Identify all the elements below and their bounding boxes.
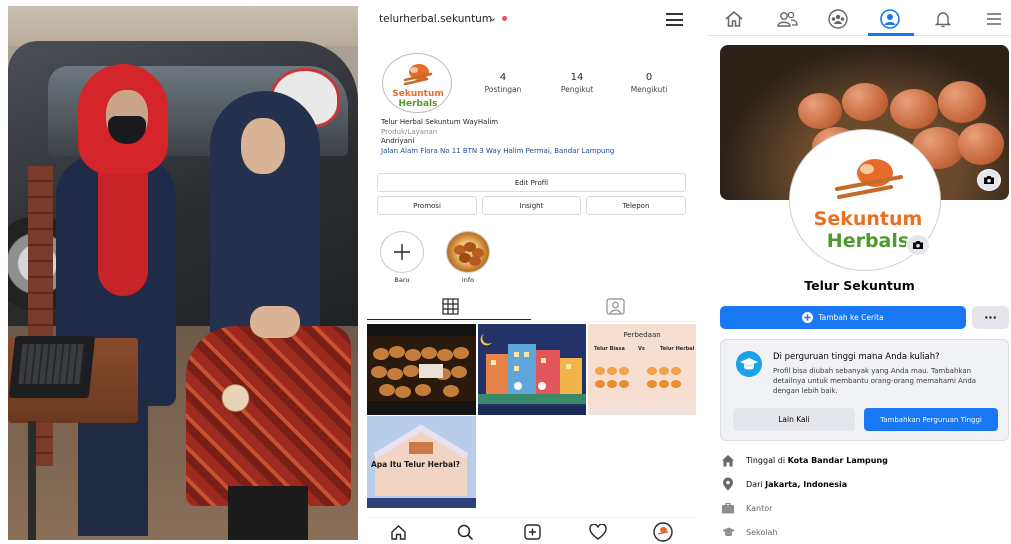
page-title: Telur Sekuntum — [804, 278, 915, 293]
menu-icon[interactable] — [666, 13, 683, 26]
stat-posts[interactable]: 4 Postingan — [473, 72, 533, 94]
post-what-is-herbal-egg[interactable]: Apa Itu Telur Herbal? — [367, 416, 476, 508]
instagram-bottom-nav — [367, 517, 696, 544]
comparison-right-label: Telur Herbal — [660, 346, 695, 352]
instagram-header: telurherbal.sekuntum ⌄ — [367, 4, 696, 36]
plus-icon — [380, 231, 424, 273]
search-icon[interactable] — [457, 524, 474, 544]
logo-text-herbals: Herbals — [398, 99, 437, 109]
home-icon[interactable] — [390, 524, 407, 544]
graduation-cap-icon — [720, 526, 736, 538]
post-comparison[interactable]: Perbedaan Telur Biasa Vs Telur Herbal — [588, 324, 696, 415]
location-pin-icon — [720, 477, 736, 491]
info-lives-in: Tinggal di Kota Bandar Lampung — [720, 452, 1010, 468]
highlight-new-label: Baru — [394, 276, 410, 284]
logo-text-sekuntum: Sekuntum — [814, 208, 923, 230]
bio-person: Andriyani — [381, 137, 415, 145]
highlight-info-label: info — [461, 276, 475, 284]
highlight-info-thumbnail — [446, 231, 490, 273]
comparison-left-label: Telur Biasa — [594, 346, 625, 352]
more-options-button[interactable]: ··· — [972, 306, 1009, 329]
active-tab-indicator — [868, 33, 914, 36]
school-label: Sekolah — [746, 527, 778, 537]
post-eggs-tray[interactable] — [367, 324, 476, 415]
followers-count: 14 — [570, 72, 584, 83]
active-tab-indicator — [367, 319, 531, 320]
tagged-icon[interactable] — [606, 298, 625, 319]
add-to-story-button[interactable]: Tambah ke Cerita — [720, 306, 966, 329]
profile-icon[interactable] — [879, 9, 901, 29]
later-button[interactable]: Lain Kali — [733, 408, 855, 431]
instagram-tabs — [367, 294, 696, 322]
screenshot-collage: telurherbal.sekuntum ⌄ Sekuntum Herbals … — [0, 0, 1011, 544]
work-label: Kantor — [746, 503, 773, 513]
logo-text-herbals: Herbals — [827, 230, 909, 252]
stat-following[interactable]: 0 Mengikuti — [619, 72, 679, 94]
add-to-story-label: Tambah ke Cerita — [818, 313, 884, 322]
profile-camera-icon[interactable] — [906, 234, 930, 256]
lives-in-prefix: Tinggal di — [746, 455, 788, 465]
highlight-new[interactable]: Baru — [380, 231, 424, 284]
logo-text-sekuntum: Sekuntum — [392, 89, 443, 99]
following-count: 0 — [645, 72, 653, 83]
facebook-top-nav — [708, 0, 1011, 36]
grid-icon[interactable] — [442, 298, 459, 319]
home-icon[interactable] — [724, 9, 746, 29]
education-description: Profil bisa diubah sebanyak yang Anda ma… — [773, 367, 977, 395]
following-label: Mengikuti — [630, 85, 668, 94]
phone-button[interactable]: Telepon — [586, 196, 686, 215]
photo-two-women — [8, 6, 358, 540]
education-prompt-card: Di perguruan tinggi mana Anda kuliah? Pr… — [720, 339, 1009, 441]
post-illustration[interactable] — [478, 324, 586, 415]
instagram-avatar[interactable]: Sekuntum Herbals — [382, 53, 452, 113]
insight-button[interactable]: Insight — [482, 196, 581, 215]
menu-icon[interactable] — [984, 9, 1006, 29]
stat-followers[interactable]: 14 Pengikut — [547, 72, 607, 94]
notification-dot — [502, 16, 507, 21]
instagram-profile-panel: telurherbal.sekuntum ⌄ Sekuntum Herbals … — [367, 4, 696, 544]
bio-address[interactable]: Jalan Alam Flora No 11 BTN 3 Way Halim P… — [381, 147, 681, 157]
edit-profile-button[interactable]: Edit Profil — [377, 173, 686, 192]
comparison-vs-label: Vs — [638, 346, 645, 352]
instagram-username[interactable]: telurherbal.sekuntum — [379, 13, 492, 25]
from-city[interactable]: Jakarta, Indonesia — [765, 480, 847, 489]
posts-label: Postingan — [484, 85, 522, 94]
highlight-info[interactable]: info — [446, 231, 490, 284]
from-prefix: Dari — [746, 479, 766, 489]
info-work[interactable]: Kantor — [720, 500, 1010, 516]
house-icon — [720, 454, 736, 467]
info-from: Dari Jakarta, Indonesia — [720, 476, 1010, 492]
bio-name: Telur Herbal Sekuntum WayHalim — [381, 118, 499, 126]
graduation-cap-icon — [735, 350, 763, 382]
facebook-profile-panel: Sekuntum Herbals Telur Sekuntum Tambah k… — [708, 0, 1011, 544]
plus-circle-icon — [802, 312, 814, 323]
followers-label: Pengikut — [560, 85, 594, 94]
bio-category: Produk/Layanan — [381, 127, 438, 136]
lives-in-city[interactable]: Kota Bandar Lampung — [788, 456, 888, 465]
chevron-down-icon[interactable]: ⌄ — [488, 11, 497, 24]
profile-avatar-icon[interactable] — [653, 522, 673, 544]
new-post-icon[interactable] — [524, 524, 541, 544]
briefcase-icon — [720, 502, 736, 514]
education-question: Di perguruan tinggi mana Anda kuliah? — [773, 352, 940, 362]
posts-count: 4 — [499, 72, 507, 83]
bell-icon[interactable] — [933, 9, 955, 29]
comparison-title: Perbedaan — [623, 331, 661, 339]
promote-button[interactable]: Promosi — [377, 196, 477, 215]
cover-camera-icon[interactable] — [977, 169, 1001, 191]
heart-icon[interactable] — [589, 523, 607, 544]
add-college-button[interactable]: Tambahkan Perguruan Tinggi — [864, 408, 998, 431]
groups-icon[interactable] — [827, 9, 849, 29]
laptop — [8, 336, 96, 398]
post-question-title: Apa Itu Telur Herbal? — [371, 460, 461, 469]
friends-icon[interactable] — [776, 9, 798, 29]
info-school[interactable]: Sekolah — [720, 524, 1010, 540]
instagram-bio: Telur Herbal Sekuntum WayHalim Produk/La… — [381, 118, 681, 156]
